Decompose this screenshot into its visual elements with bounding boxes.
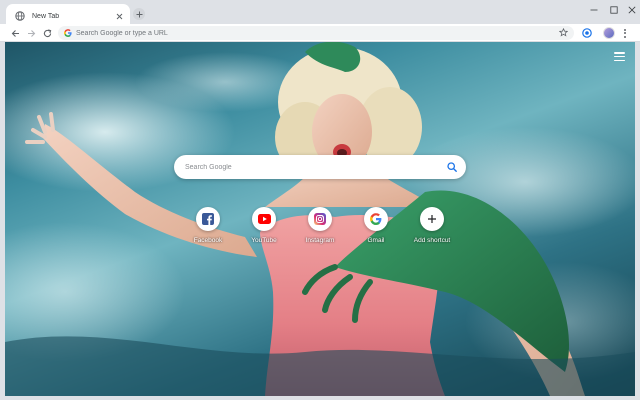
search-box[interactable] bbox=[174, 155, 466, 179]
plus-icon bbox=[136, 11, 142, 17]
shortcut-icon-tile bbox=[196, 207, 220, 231]
facebook-icon bbox=[202, 213, 214, 225]
shortcut-icon-tile bbox=[308, 207, 332, 231]
search-input[interactable] bbox=[185, 163, 435, 171]
maximize-icon bbox=[610, 6, 618, 14]
shortcut-label: Facebook bbox=[193, 237, 223, 244]
shortcut-label: Instagram bbox=[305, 237, 335, 244]
extension-icon bbox=[582, 28, 592, 38]
close-icon[interactable] bbox=[114, 11, 124, 21]
minimize-button[interactable] bbox=[586, 4, 602, 16]
google-icon bbox=[370, 213, 382, 225]
globe-icon bbox=[15, 11, 25, 21]
shortcut-instagram[interactable]: Instagram bbox=[290, 207, 350, 249]
toolbar bbox=[0, 24, 640, 42]
forward-button[interactable] bbox=[25, 27, 37, 39]
maximize-button[interactable] bbox=[606, 4, 622, 16]
window-close-button[interactable] bbox=[624, 4, 640, 16]
extension-button[interactable] bbox=[581, 27, 593, 39]
new-tab-button[interactable] bbox=[133, 8, 145, 20]
plus-icon bbox=[428, 215, 436, 223]
shortcut-label: Gmail bbox=[367, 237, 385, 244]
customize-menu-icon[interactable] bbox=[614, 52, 625, 61]
shortcut-youtube[interactable]: YouTube bbox=[234, 207, 294, 249]
close-icon bbox=[628, 6, 636, 14]
arrow-left-icon bbox=[11, 29, 19, 37]
reload-icon bbox=[43, 28, 51, 37]
menu-icon[interactable] bbox=[620, 27, 630, 39]
star-icon[interactable] bbox=[559, 28, 568, 37]
arrow-right-icon bbox=[27, 29, 35, 37]
avatar[interactable] bbox=[603, 27, 615, 39]
google-icon bbox=[64, 29, 72, 37]
shortcut-gmail[interactable]: Gmail bbox=[346, 207, 406, 249]
minimize-icon bbox=[590, 9, 598, 11]
shortcut-icon-tile bbox=[364, 207, 388, 231]
shortcut-label: YouTube bbox=[251, 237, 277, 244]
youtube-icon bbox=[257, 214, 271, 224]
reload-button[interactable] bbox=[41, 27, 53, 39]
tab-title: New Tab bbox=[32, 12, 60, 20]
address-input[interactable] bbox=[76, 29, 496, 37]
shortcut-label: Add shortcut bbox=[413, 237, 451, 244]
shortcut-icon-tile bbox=[252, 207, 276, 231]
back-button[interactable] bbox=[9, 27, 21, 39]
omnibox[interactable] bbox=[58, 26, 574, 40]
shortcut-facebook[interactable]: Facebook bbox=[178, 207, 238, 249]
shortcut-add[interactable]: Add shortcut bbox=[402, 207, 462, 249]
shortcut-icon-tile bbox=[420, 207, 444, 231]
search-icon[interactable] bbox=[447, 162, 457, 172]
instagram-icon bbox=[314, 213, 326, 225]
